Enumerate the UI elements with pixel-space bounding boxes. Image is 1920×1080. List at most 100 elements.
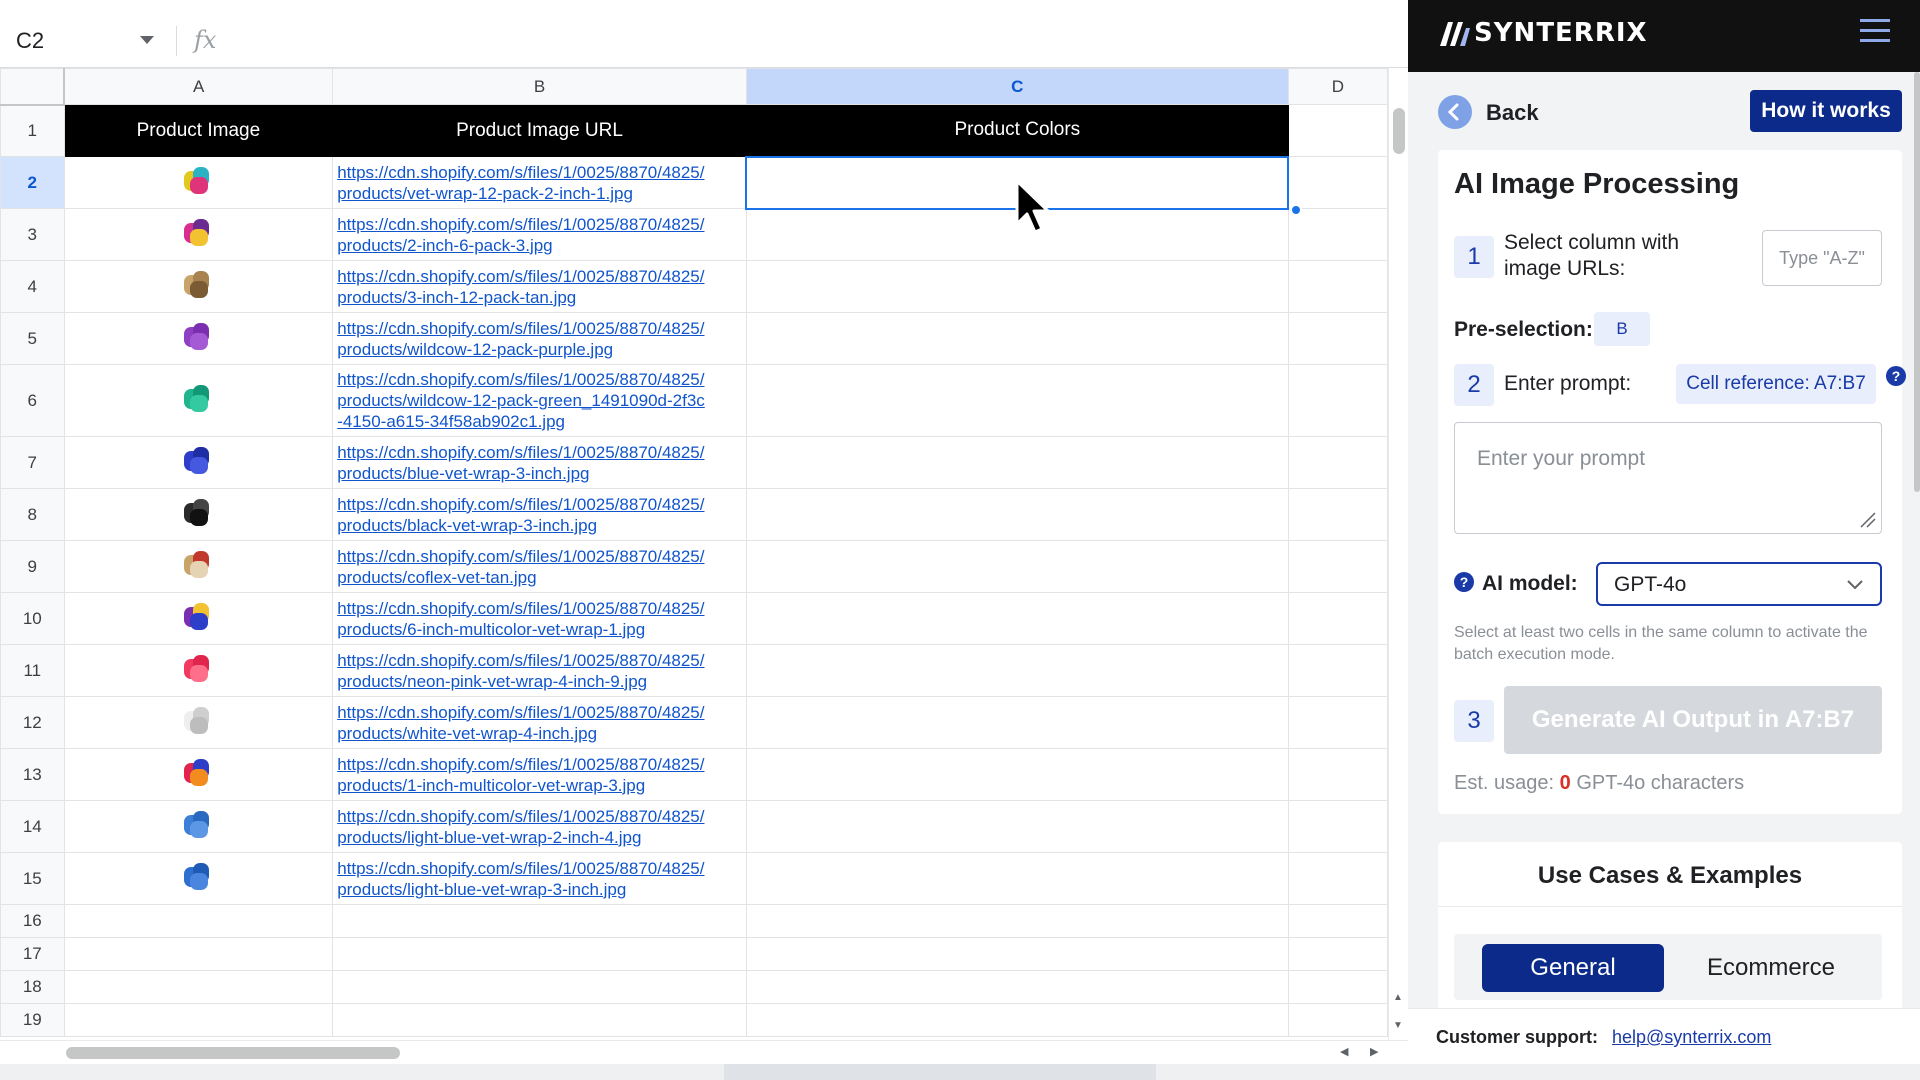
product-image-url-cell[interactable]: https://cdn.shopify.com/s/files/1/0025/8… bbox=[332, 312, 747, 365]
product-image-url-cell[interactable]: https://cdn.shopify.com/s/files/1/0025/8… bbox=[332, 260, 747, 313]
cell[interactable] bbox=[332, 970, 747, 1004]
cell[interactable] bbox=[63, 904, 334, 938]
product-image-url-cell[interactable]: https://cdn.shopify.com/s/files/1/0025/8… bbox=[332, 208, 747, 261]
row-header[interactable]: 6 bbox=[0, 364, 65, 437]
vertical-scroll-thumb[interactable] bbox=[1393, 108, 1405, 154]
tab-general[interactable]: General bbox=[1482, 944, 1664, 992]
column-header-d[interactable]: D bbox=[1287, 68, 1388, 105]
cell[interactable] bbox=[745, 904, 1289, 938]
row-header[interactable]: 5 bbox=[0, 312, 65, 365]
cell[interactable] bbox=[1287, 852, 1388, 905]
scroll-left-icon[interactable]: ◀ bbox=[1340, 1045, 1348, 1058]
hamburger-menu-icon[interactable] bbox=[1856, 16, 1892, 46]
product-image-cell[interactable] bbox=[63, 644, 334, 697]
product-image-url-cell[interactable]: https://cdn.shopify.com/s/files/1/0025/8… bbox=[332, 436, 747, 489]
cell[interactable] bbox=[745, 1003, 1289, 1037]
product-colors-cell[interactable] bbox=[745, 540, 1289, 593]
cell[interactable] bbox=[1287, 748, 1388, 801]
row-header[interactable]: 14 bbox=[0, 800, 65, 853]
help-icon[interactable]: ? bbox=[1454, 572, 1474, 592]
product-image-cell[interactable] bbox=[63, 156, 334, 209]
prompt-textarea[interactable]: Enter your prompt bbox=[1454, 422, 1882, 534]
row-header[interactable]: 8 bbox=[0, 488, 65, 541]
ai-model-select[interactable]: GPT-4o bbox=[1596, 562, 1882, 606]
product-colors-cell[interactable] bbox=[745, 260, 1289, 313]
cell[interactable] bbox=[1287, 970, 1388, 1004]
product-image-url-cell[interactable]: https://cdn.shopify.com/s/files/1/0025/8… bbox=[332, 592, 747, 645]
generate-ai-output-button[interactable]: Generate AI Output in A7:B7 bbox=[1504, 686, 1882, 754]
cell[interactable] bbox=[1287, 592, 1388, 645]
product-image-url-cell[interactable]: https://cdn.shopify.com/s/files/1/0025/8… bbox=[332, 156, 747, 209]
scroll-down-icon[interactable]: ▼ bbox=[1393, 1020, 1403, 1031]
cell[interactable] bbox=[63, 937, 334, 971]
cell[interactable] bbox=[1287, 436, 1388, 489]
cell[interactable] bbox=[1287, 156, 1388, 209]
cell[interactable] bbox=[1287, 488, 1388, 541]
row-header[interactable]: 7 bbox=[0, 436, 65, 489]
tab-ecommerce[interactable]: Ecommerce bbox=[1680, 944, 1862, 992]
row-header[interactable]: 19 bbox=[0, 1003, 65, 1037]
row-header[interactable]: 12 bbox=[0, 696, 65, 749]
product-image-url-cell[interactable]: https://cdn.shopify.com/s/files/1/0025/8… bbox=[332, 696, 747, 749]
cell[interactable] bbox=[1287, 208, 1388, 261]
cell[interactable] bbox=[1287, 937, 1388, 971]
product-image-cell[interactable] bbox=[63, 312, 334, 365]
row-header[interactable]: 15 bbox=[0, 852, 65, 905]
cell[interactable] bbox=[1287, 644, 1388, 697]
row-header[interactable]: 1 bbox=[0, 104, 65, 157]
row-header[interactable]: 13 bbox=[0, 748, 65, 801]
cell[interactable] bbox=[332, 937, 747, 971]
product-image-cell[interactable] bbox=[63, 748, 334, 801]
product-image-url-cell[interactable]: https://cdn.shopify.com/s/files/1/0025/8… bbox=[332, 852, 747, 905]
vertical-scrollbar[interactable]: ▲ ▼ bbox=[1388, 68, 1408, 1040]
product-image-url-cell[interactable]: https://cdn.shopify.com/s/files/1/0025/8… bbox=[332, 540, 747, 593]
horizontal-scroll-thumb[interactable] bbox=[66, 1047, 400, 1059]
product-image-cell[interactable] bbox=[63, 260, 334, 313]
row-header[interactable]: 2 bbox=[0, 156, 65, 209]
cell[interactable] bbox=[1287, 800, 1388, 853]
product-image-cell[interactable] bbox=[63, 592, 334, 645]
product-image-cell[interactable] bbox=[63, 488, 334, 541]
product-image-cell[interactable] bbox=[63, 852, 334, 905]
product-image-cell[interactable] bbox=[63, 800, 334, 853]
name-box[interactable]: C2 bbox=[14, 28, 164, 54]
product-image-url-cell[interactable]: https://cdn.shopify.com/s/files/1/0025/8… bbox=[332, 364, 747, 437]
header-cell-product-image[interactable]: Product Image bbox=[63, 104, 334, 157]
select-all-corner[interactable] bbox=[0, 68, 66, 106]
product-image-url-cell[interactable]: https://cdn.shopify.com/s/files/1/0025/8… bbox=[332, 488, 747, 541]
column-header-a[interactable]: A bbox=[63, 68, 334, 105]
row-header[interactable]: 16 bbox=[0, 904, 65, 938]
product-image-url-cell[interactable]: https://cdn.shopify.com/s/files/1/0025/8… bbox=[332, 644, 747, 697]
help-icon[interactable]: ? bbox=[1886, 366, 1906, 386]
row-header[interactable]: 3 bbox=[0, 208, 65, 261]
product-image-url-cell[interactable]: https://cdn.shopify.com/s/files/1/0025/8… bbox=[332, 748, 747, 801]
bottom-scroll-thumb[interactable] bbox=[724, 1064, 1156, 1080]
product-colors-cell[interactable] bbox=[745, 436, 1289, 489]
cell[interactable] bbox=[63, 970, 334, 1004]
product-colors-cell[interactable] bbox=[745, 852, 1289, 905]
column-header-c[interactable]: C bbox=[745, 68, 1289, 105]
product-colors-cell[interactable] bbox=[745, 312, 1289, 365]
cell[interactable] bbox=[332, 1003, 747, 1037]
row-header[interactable]: 10 bbox=[0, 592, 65, 645]
product-image-cell[interactable] bbox=[63, 436, 334, 489]
row-header[interactable]: 18 bbox=[0, 970, 65, 1004]
scroll-up-icon[interactable]: ▲ bbox=[1393, 992, 1403, 1003]
cell[interactable] bbox=[1287, 904, 1388, 938]
row-header[interactable]: 11 bbox=[0, 644, 65, 697]
product-image-cell[interactable] bbox=[63, 364, 334, 437]
product-colors-cell[interactable] bbox=[745, 364, 1289, 437]
product-image-cell[interactable] bbox=[63, 208, 334, 261]
product-colors-cell[interactable] bbox=[745, 644, 1289, 697]
product-colors-cell[interactable] bbox=[745, 800, 1289, 853]
product-colors-cell[interactable] bbox=[745, 696, 1289, 749]
column-header-b[interactable]: B bbox=[332, 68, 747, 105]
cell[interactable] bbox=[1287, 364, 1388, 437]
panel-scrollbar[interactable] bbox=[1914, 72, 1920, 492]
product-image-url-cell[interactable]: https://cdn.shopify.com/s/files/1/0025/8… bbox=[332, 800, 747, 853]
column-input[interactable]: Type "A-Z" bbox=[1762, 230, 1882, 286]
row-header[interactable]: 4 bbox=[0, 260, 65, 313]
cell[interactable] bbox=[1287, 260, 1388, 313]
product-colors-cell[interactable] bbox=[745, 488, 1289, 541]
cell[interactable] bbox=[1287, 104, 1388, 157]
